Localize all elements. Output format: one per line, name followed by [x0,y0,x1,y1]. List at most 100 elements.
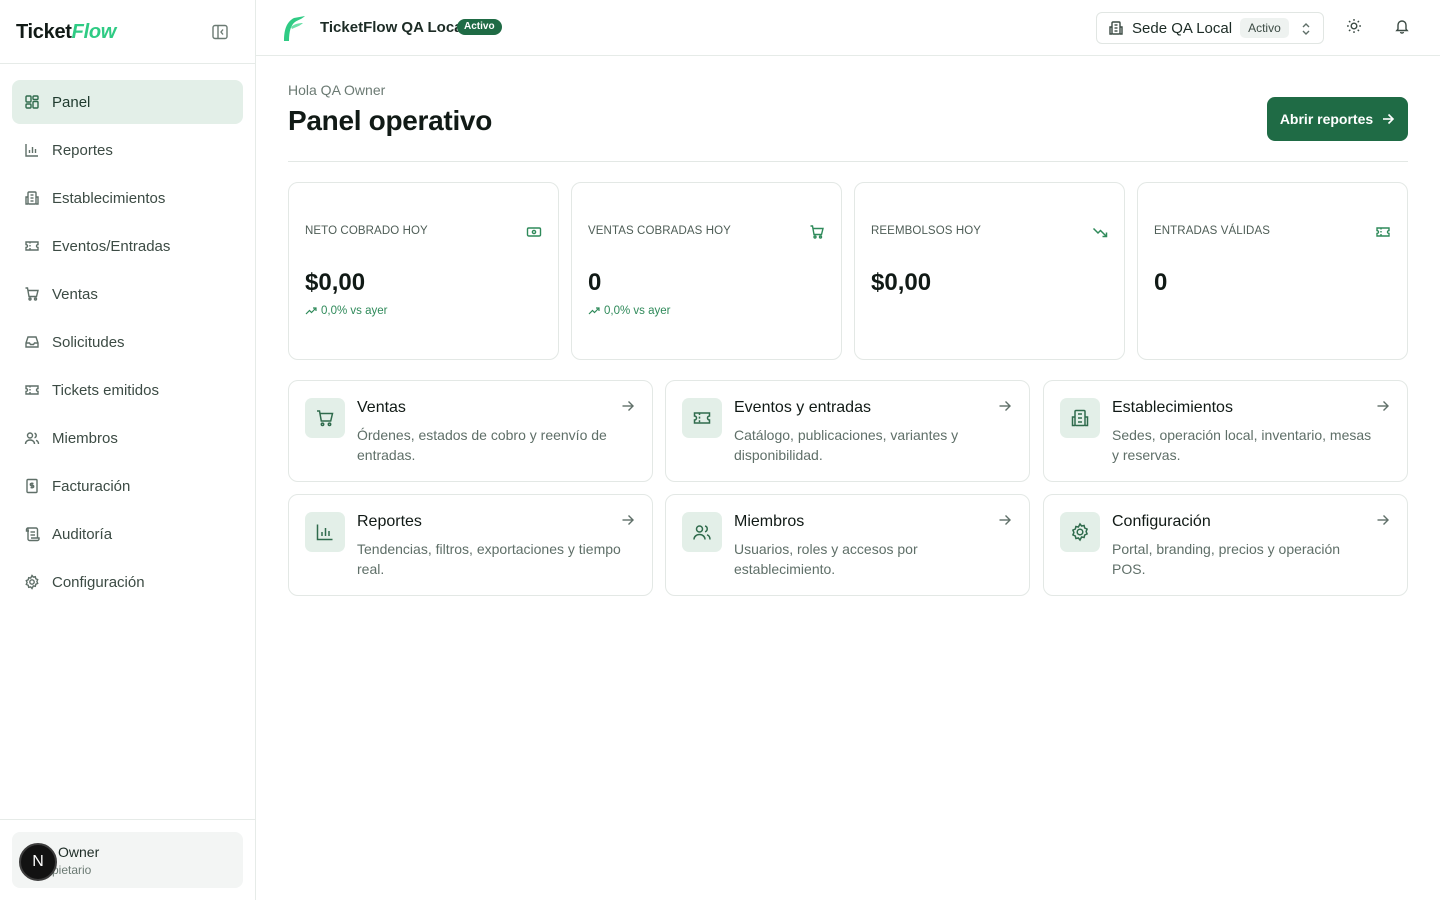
sidebar-item-auditoria[interactable]: Auditoría [12,512,243,556]
card-establecimientos[interactable]: Establecimientos Sedes, operación local,… [1043,380,1408,482]
building-icon [1108,20,1124,36]
kpi-delta-text: 0,0% vs ayer [604,305,671,317]
receipt-icon [24,478,40,494]
theme-toggle-button[interactable] [1340,14,1368,42]
card-configuracion[interactable]: Configuración Portal, branding, precios … [1043,494,1408,596]
sidebar-item-label: Eventos/Entradas [52,237,171,255]
card-eventos-entradas[interactable]: Eventos y entradas Catálogo, publicacion… [665,380,1030,482]
kpi-label: ENTRADAS VÁLIDAS [1154,225,1270,237]
ticket-icon [1375,224,1391,240]
cart-icon [809,224,825,240]
bar-chart-icon [305,512,345,552]
kpi-value: $0,00 [305,269,366,296]
sidebar-item-label: Solicitudes [52,333,125,351]
sidebar-item-label: Auditoría [52,525,113,543]
card-title: Ventas [357,399,406,416]
sidebar: Ticket Flow Panel Reportes Establecimient… [0,0,256,900]
org-status-badge: Activo [457,19,502,35]
trending-down-icon [1092,224,1108,240]
kpi-delta: 0,0% vs ayer [588,305,670,317]
open-reports-label: Abrir reportes [1279,111,1374,127]
sidebar-item-reportes[interactable]: Reportes [12,128,243,172]
cart-icon [24,286,40,302]
open-reports-button[interactable]: Abrir reportes [1267,97,1408,141]
user-name: Owner [58,844,100,860]
card-description: Órdenes, estados de cobro y reenvío de e… [357,427,607,463]
arrow-right-icon [1381,112,1395,126]
sidebar-item-solicitudes[interactable]: Solicitudes [12,320,243,364]
sidebar-footer-divider [0,819,255,820]
card-title: Miembros [734,513,805,530]
sidebar-item-miembros[interactable]: Miembros [12,416,243,460]
sidebar-item-tickets-emitidos[interactable]: Tickets emitidos [12,368,243,412]
avatar[interactable]: N [19,843,57,881]
card-miembros[interactable]: Miembros Usuarios, roles y accesos por e… [665,494,1030,596]
avatar-initial: N [32,853,44,870]
arrow-right-icon [997,398,1013,414]
card-title: Reportes [357,513,422,530]
ticket-icon [24,238,40,254]
header-divider [288,161,1408,162]
cart-icon [305,398,345,438]
kpi-delta: 0,0% vs ayer [305,305,387,317]
sede-status-badge: Activo [1240,18,1289,38]
topbar: TicketFlow QA Local Activo Sede QA Local… [256,0,1440,56]
building-icon [24,190,40,206]
arrow-right-icon [620,512,636,528]
kpi-label: REEMBOLSOS HOY [871,225,982,237]
chevrons-up-down-icon [1299,21,1313,37]
sede-name: Sede QA Local [1132,19,1233,37]
arrow-right-icon [1375,512,1391,528]
sidebar-divider [0,63,255,64]
bar-chart-icon [24,142,40,158]
brand-logo[interactable]: Ticket Flow [16,18,116,46]
sidebar-item-label: Ventas [52,285,98,303]
kpi-label: NETO COBRADO HOY [305,225,428,237]
arrow-right-icon [1375,398,1391,414]
sidebar-item-label: Reportes [52,141,113,159]
sidebar-item-label: Panel [52,93,91,111]
bell-icon [1394,18,1410,39]
ticket-icon [24,382,40,398]
card-description: Usuarios, roles y accesos por establecim… [734,541,918,577]
sidebar-item-label: Miembros [52,429,118,447]
brand-text-flow: Flow [71,20,117,43]
kpi-value: 0 [1154,269,1168,296]
sidebar-item-establecimientos[interactable]: Establecimientos [12,176,243,220]
brand-text-ticket: Ticket [16,20,72,43]
building-icon [1060,398,1100,438]
gear-icon [1060,512,1100,552]
users-icon [682,512,722,552]
greeting: Hola QA Owner [288,82,386,98]
kpi-card-neto-cobrado: NETO COBRADO HOY $0,00 0,0% vs ayer [288,182,559,360]
sidebar-item-facturacion[interactable]: Facturación [12,464,243,508]
card-title: Establecimientos [1112,399,1233,416]
notifications-button[interactable] [1388,14,1416,42]
card-ventas[interactable]: Ventas Órdenes, estados de cobro y reenv… [288,380,653,482]
sidebar-item-eventos-entradas[interactable]: Eventos/Entradas [12,224,243,268]
card-title: Configuración [1112,513,1211,530]
scroll-icon [24,526,40,542]
kpi-value: $0,00 [871,269,932,296]
dashboard-icon [24,94,40,110]
sidebar-item-panel[interactable]: Panel [12,80,243,124]
card-description: Portal, branding, precios y operación PO… [1112,541,1341,577]
kpi-label: VENTAS COBRADAS HOY [588,225,731,237]
sidebar-collapse-icon[interactable] [210,22,230,42]
kpi-value: 0 [588,269,602,296]
org-logo-icon [278,13,306,43]
sidebar-item-ventas[interactable]: Ventas [12,272,243,316]
sun-icon [1346,18,1362,39]
page-title: Panel operativo [288,105,493,136]
sede-selector[interactable]: Sede QA Local Activo [1096,12,1324,44]
card-reportes[interactable]: Reportes Tendencias, filtros, exportacio… [288,494,653,596]
kpi-delta-text: 0,0% vs ayer [321,305,388,317]
org-name: TicketFlow QA Local [320,19,467,36]
sidebar-item-label: Establecimientos [52,189,166,207]
user-role: pietario [52,863,92,877]
ticket-icon [682,398,722,438]
trending-up-icon [588,307,600,315]
banknote-icon [526,224,542,240]
card-description: Tendencias, filtros, exportaciones y tie… [357,541,621,577]
sidebar-item-configuracion[interactable]: Configuración [12,560,243,604]
